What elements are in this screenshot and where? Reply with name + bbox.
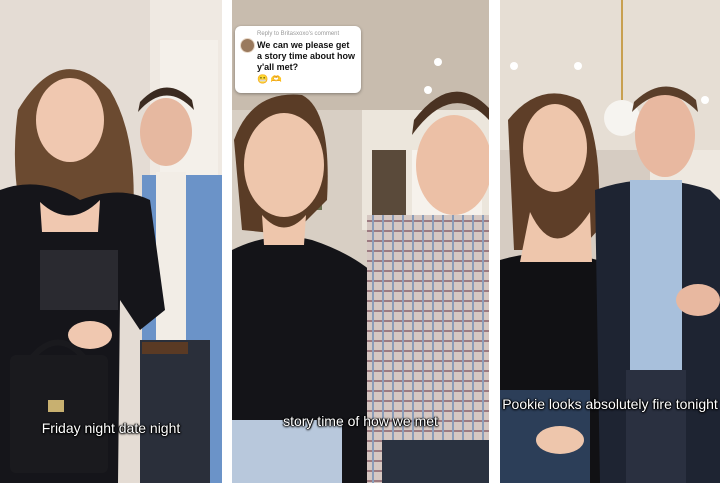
commenter-avatar <box>240 38 255 53</box>
photo-couple-1 <box>0 0 222 483</box>
video-frame-3: Pookie looks absolutely fire tonight <box>500 0 720 483</box>
comment-emoji: 😬 🫶 <box>257 74 282 84</box>
video-frame-2: Reply to Britasxoxo's comment We can we … <box>232 0 489 483</box>
reply-comment-card[interactable]: Reply to Britasxoxo's comment We can we … <box>235 26 361 93</box>
video-caption: Friday night date night <box>41 420 181 436</box>
video-frame-1: Friday night date night <box>0 0 222 483</box>
video-caption: story time of how we met <box>283 413 438 429</box>
video-caption: Pookie looks absolutely fire tonight <box>502 396 718 412</box>
comment-text: We can we please get a story time about … <box>257 40 356 72</box>
reply-label: Reply to Britasxoxo's comment <box>257 31 340 37</box>
